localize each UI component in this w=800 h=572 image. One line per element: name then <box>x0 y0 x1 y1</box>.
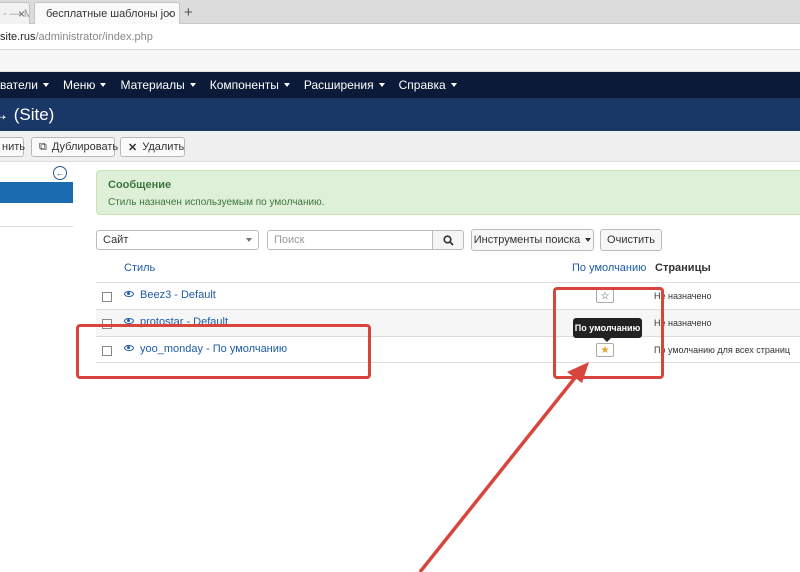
annotation-arrow <box>418 362 589 572</box>
